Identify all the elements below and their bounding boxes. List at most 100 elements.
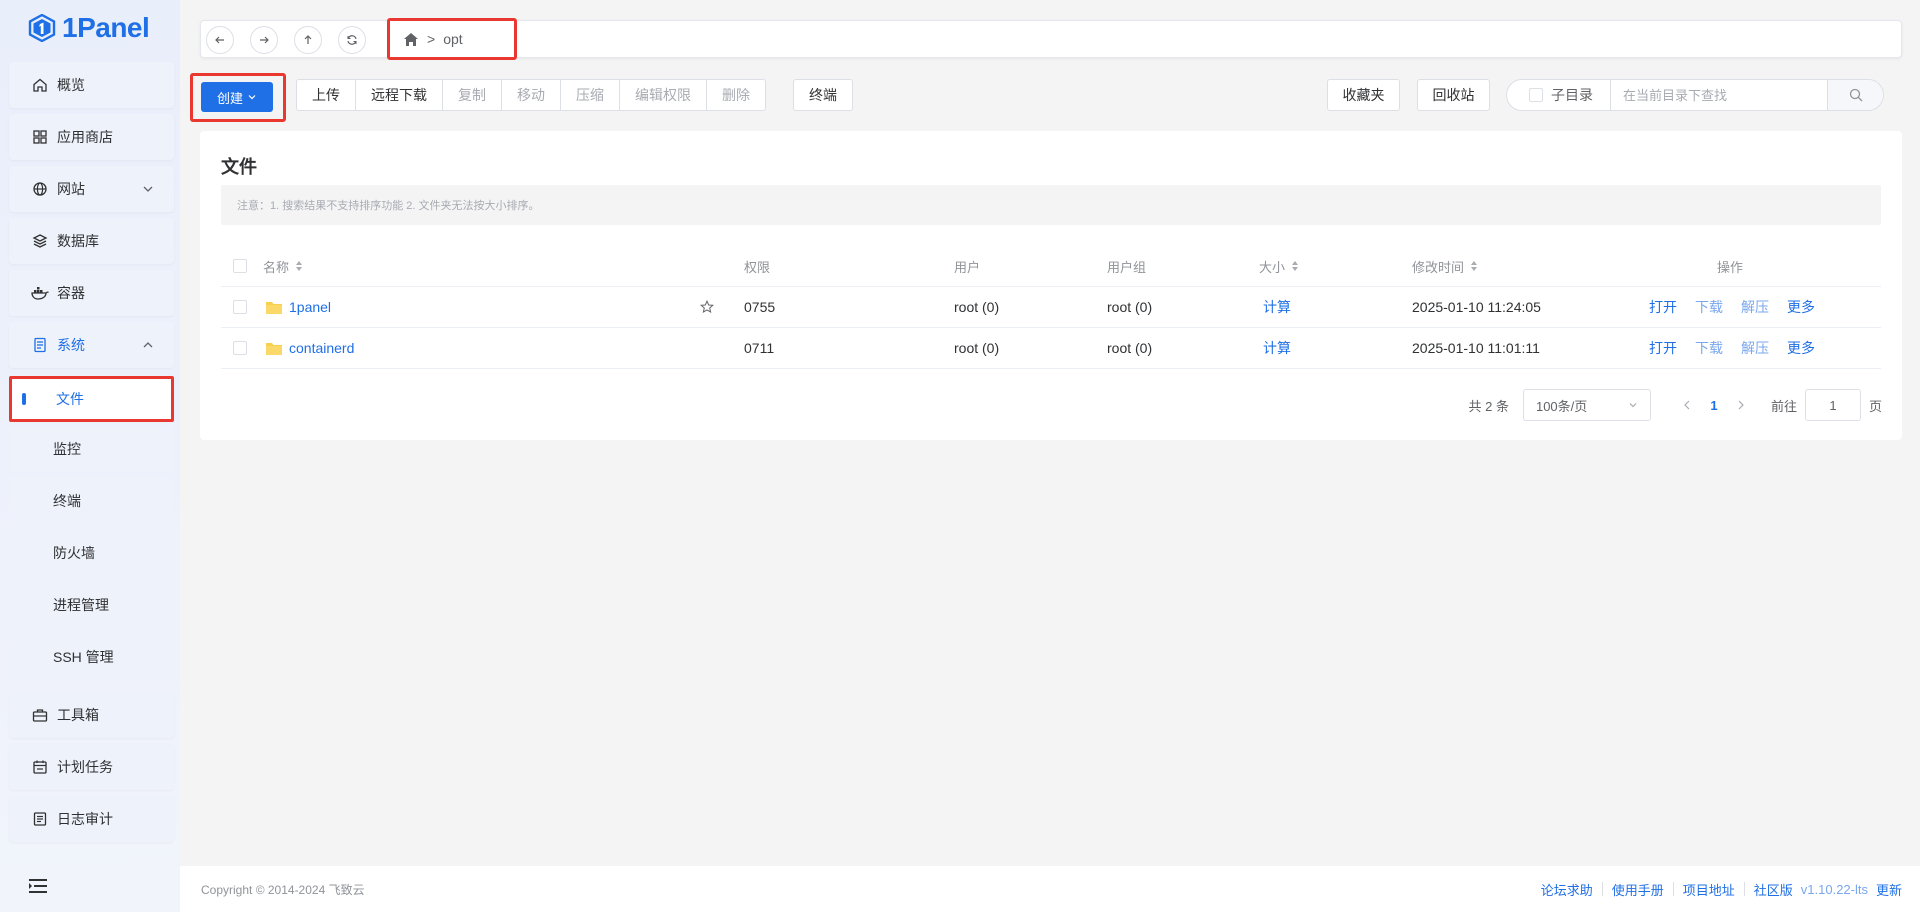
sidebar-item-database[interactable]: 数据库 — [9, 218, 174, 264]
create-button[interactable]: 创建 — [201, 82, 273, 112]
notice-banner: 注意：1. 搜索结果不支持排序功能 2. 文件夹无法按大小排序。 — [221, 185, 1881, 225]
sort-icon — [1292, 261, 1299, 271]
delete-button[interactable]: 删除 — [706, 79, 766, 111]
column-name-header[interactable]: 名称 — [263, 246, 303, 286]
move-button[interactable]: 移动 — [501, 79, 561, 111]
search-bar: 子目录 — [1506, 79, 1884, 111]
group-cell: root (0) — [1107, 340, 1153, 356]
page-title: 文件 — [221, 157, 257, 177]
chevron-down-icon — [248, 95, 256, 100]
active-indicator — [22, 393, 26, 405]
edition-link[interactable]: 社区版 — [1754, 880, 1793, 899]
page-number[interactable]: 1 — [1699, 398, 1729, 413]
sidebar-sub-files[interactable]: 文件 — [9, 376, 174, 422]
logo-icon — [28, 14, 56, 42]
goto-label: 前往 — [1770, 398, 1797, 414]
upload-button[interactable]: 上传 — [296, 79, 356, 111]
sidebar-item-logs[interactable]: 日志审计 — [9, 796, 174, 842]
compress-button[interactable]: 压缩 — [560, 79, 620, 111]
terminal-button[interactable]: 终端 — [793, 79, 853, 111]
sidebar-sub-terminal[interactable]: 终端 — [9, 478, 174, 524]
sidebar-item-label: 计划任务 — [57, 759, 113, 775]
column-mtime-header[interactable]: 修改时间 — [1412, 246, 1478, 286]
checkbox[interactable] — [1529, 88, 1543, 102]
sidebar-sub-ssh[interactable]: SSH 管理 — [9, 634, 174, 680]
back-button[interactable] — [206, 26, 234, 54]
chevron-down-icon — [1629, 403, 1637, 408]
sidebar-item-label: 应用商店 — [57, 129, 113, 145]
select-all-checkbox[interactable] — [233, 246, 247, 286]
up-level-button[interactable] — [294, 26, 322, 54]
goto-page-input[interactable]: 1 — [1804, 389, 1861, 421]
page-size-select[interactable]: 100条/页 — [1522, 389, 1651, 421]
project-link[interactable]: 项目地址 — [1683, 880, 1735, 899]
extract-link[interactable]: 解压 — [1741, 287, 1769, 327]
copy-button[interactable]: 复制 — [442, 79, 502, 111]
sidebar-sub-process[interactable]: 进程管理 — [9, 582, 174, 628]
docker-icon — [31, 284, 49, 302]
favorite-star-button[interactable] — [700, 287, 714, 327]
version-text: v1.10.22-lts — [1800, 881, 1868, 897]
row-checkbox[interactable] — [233, 287, 247, 327]
sidebar-item-system[interactable]: 系统 — [9, 322, 174, 368]
sidebar-item-toolbox[interactable]: 工具箱 — [9, 692, 174, 738]
group-cell: root (0) — [1107, 299, 1153, 315]
sidebar-sub-firewall[interactable]: 防火墙 — [9, 530, 174, 576]
sidebar-item-app-store[interactable]: 应用商店 — [9, 114, 174, 160]
forward-button[interactable] — [250, 26, 278, 54]
search-button[interactable] — [1827, 80, 1883, 110]
open-link[interactable]: 打开 — [1649, 287, 1677, 327]
sidebar-item-label: 网站 — [57, 181, 85, 197]
prev-page-button[interactable] — [1675, 398, 1699, 413]
log-icon — [31, 810, 49, 828]
forum-link[interactable]: 论坛求助 — [1541, 880, 1593, 899]
sidebar-sub-label: 终端 — [53, 493, 81, 509]
app-logo[interactable]: 1Panel — [28, 12, 150, 44]
more-link[interactable]: 更多 — [1787, 287, 1815, 327]
collapse-menu-icon[interactable] — [28, 878, 48, 894]
logo-text: 1Panel — [62, 12, 150, 43]
user-cell: root (0) — [954, 340, 1000, 356]
sidebar-item-website[interactable]: 网站 — [9, 166, 174, 212]
copyright-text: Copyright © 2014-2024 飞致云 — [201, 882, 365, 897]
calculate-size-link[interactable]: 计算 — [1263, 287, 1291, 327]
download-link[interactable]: 下载 — [1695, 287, 1723, 327]
manual-link[interactable]: 使用手册 — [1612, 880, 1664, 899]
sidebar-item-label: 概览 — [57, 77, 85, 93]
search-input[interactable] — [1611, 80, 1827, 110]
sidebar-sub-label: 文件 — [56, 391, 84, 407]
file-name-link[interactable]: containerd — [289, 340, 354, 356]
divider — [1601, 882, 1603, 896]
download-link[interactable]: 下载 — [1695, 328, 1723, 368]
recycle-bin-button[interactable]: 回收站 — [1417, 79, 1490, 111]
subdir-label: 子目录 — [1551, 87, 1593, 103]
sidebar-item-container[interactable]: 容器 — [9, 270, 174, 316]
calculate-size-link[interactable]: 计算 — [1263, 328, 1291, 368]
remote-download-button[interactable]: 远程下载 — [355, 79, 443, 111]
next-page-button[interactable] — [1729, 398, 1753, 413]
sidebar-item-cron[interactable]: 计划任务 — [9, 744, 174, 790]
sidebar-sub-label: 监控 — [53, 441, 81, 457]
update-link[interactable]: 更新 — [1876, 880, 1902, 899]
more-link[interactable]: 更多 — [1787, 328, 1815, 368]
breadcrumb-item-opt[interactable]: opt — [443, 31, 462, 47]
home-icon[interactable] — [403, 32, 419, 47]
file-name-cell[interactable]: 1panel — [265, 287, 331, 327]
create-button-label: 创建 — [216, 90, 243, 106]
column-permission-header: 权限 — [744, 259, 771, 275]
file-name-link[interactable]: 1panel — [289, 299, 331, 315]
open-link[interactable]: 打开 — [1649, 328, 1677, 368]
sidebar: 1Panel 概览 应用商店 网站 数据库 容器 系统 文件 监控 终端 防火墙… — [0, 0, 180, 912]
edit-permission-button[interactable]: 编辑权限 — [619, 79, 707, 111]
permission-cell: 0711 — [744, 340, 775, 356]
folder-icon — [266, 342, 282, 355]
subdir-checkbox[interactable]: 子目录 — [1507, 80, 1611, 110]
sidebar-sub-monitor[interactable]: 监控 — [9, 426, 174, 472]
file-name-cell[interactable]: containerd — [265, 328, 354, 368]
extract-link[interactable]: 解压 — [1741, 328, 1769, 368]
favorites-button[interactable]: 收藏夹 — [1327, 79, 1400, 111]
column-size-header[interactable]: 大小 — [1259, 246, 1299, 286]
refresh-button[interactable] — [338, 26, 366, 54]
sidebar-item-overview[interactable]: 概览 — [9, 62, 174, 108]
row-checkbox[interactable] — [233, 328, 247, 368]
